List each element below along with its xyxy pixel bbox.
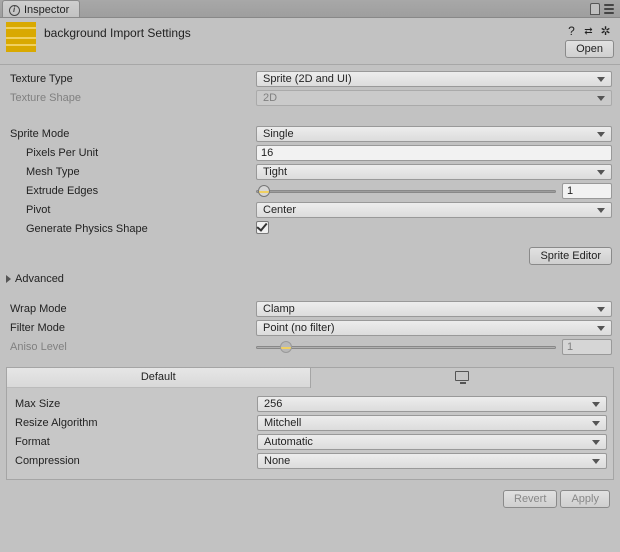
extrude-edges-slider[interactable] bbox=[256, 183, 556, 199]
apply-button: Apply bbox=[560, 490, 610, 508]
label-texture-shape: Texture Shape bbox=[8, 92, 256, 104]
sprite-editor-button[interactable]: Sprite Editor bbox=[529, 247, 612, 265]
pivot-dropdown[interactable]: Center bbox=[256, 202, 612, 218]
texture-shape-dropdown: 2D bbox=[256, 90, 612, 106]
max-size-dropdown[interactable]: 256 bbox=[257, 396, 607, 412]
label-mesh-type: Mesh Type bbox=[8, 166, 256, 178]
asset-title: background Import Settings bbox=[44, 26, 565, 40]
texture-type-dropdown[interactable]: Sprite (2D and UI) bbox=[256, 71, 612, 87]
monitor-icon bbox=[455, 371, 469, 381]
chevron-right-icon bbox=[6, 275, 11, 283]
context-menu-icon[interactable] bbox=[604, 4, 614, 14]
sprite-mode-dropdown[interactable]: Single bbox=[256, 126, 612, 142]
tab-bar: Inspector bbox=[0, 0, 620, 18]
label-extrude-edges: Extrude Edges bbox=[8, 185, 256, 197]
label-filter-mode: Filter Mode bbox=[8, 322, 256, 334]
resize-algorithm-dropdown[interactable]: Mitchell bbox=[257, 415, 607, 431]
label-max-size: Max Size bbox=[13, 398, 257, 410]
platform-tab-default[interactable]: Default bbox=[7, 368, 311, 388]
label-sprite-mode: Sprite Mode bbox=[8, 128, 256, 140]
gear-icon[interactable]: ✲ bbox=[599, 24, 612, 38]
label-format: Format bbox=[13, 436, 257, 448]
tab-inspector[interactable]: Inspector bbox=[2, 0, 80, 17]
advanced-foldout[interactable]: Advanced bbox=[0, 269, 620, 289]
open-button[interactable]: Open bbox=[565, 40, 614, 58]
asset-thumbnail bbox=[6, 22, 36, 52]
help-icon[interactable]: ? bbox=[565, 24, 578, 38]
label-resize-algo: Resize Algorithm bbox=[13, 417, 257, 429]
lock-icon[interactable] bbox=[590, 3, 600, 15]
aniso-level-value bbox=[562, 339, 612, 355]
format-dropdown[interactable]: Automatic bbox=[257, 434, 607, 450]
label-pivot: Pivot bbox=[8, 204, 256, 216]
wrap-mode-dropdown[interactable]: Clamp bbox=[256, 301, 612, 317]
aniso-level-slider bbox=[256, 339, 556, 355]
mesh-type-dropdown[interactable]: Tight bbox=[256, 164, 612, 180]
compression-dropdown[interactable]: None bbox=[257, 453, 607, 469]
preset-icon[interactable]: ⇄ bbox=[582, 26, 595, 37]
generate-physics-checkbox[interactable] bbox=[256, 221, 269, 234]
label-compression: Compression bbox=[13, 455, 257, 467]
pixels-per-unit-input[interactable] bbox=[256, 145, 612, 161]
tab-label: Inspector bbox=[24, 4, 69, 16]
revert-button: Revert bbox=[503, 490, 557, 508]
label-aniso-level: Aniso Level bbox=[8, 341, 256, 353]
label-wrap-mode: Wrap Mode bbox=[8, 303, 256, 315]
label-pixels-per-unit: Pixels Per Unit bbox=[26, 147, 98, 159]
info-icon bbox=[9, 5, 20, 16]
platform-tab-standalone[interactable] bbox=[311, 368, 614, 388]
platform-settings: Default Max Size 256 Resize Algorithm Mi… bbox=[6, 367, 614, 480]
filter-mode-dropdown[interactable]: Point (no filter) bbox=[256, 320, 612, 336]
label-texture-type: Texture Type bbox=[8, 73, 256, 85]
extrude-edges-value[interactable] bbox=[562, 183, 612, 199]
label-advanced: Advanced bbox=[15, 273, 64, 285]
label-generate-physics: Generate Physics Shape bbox=[8, 223, 256, 235]
